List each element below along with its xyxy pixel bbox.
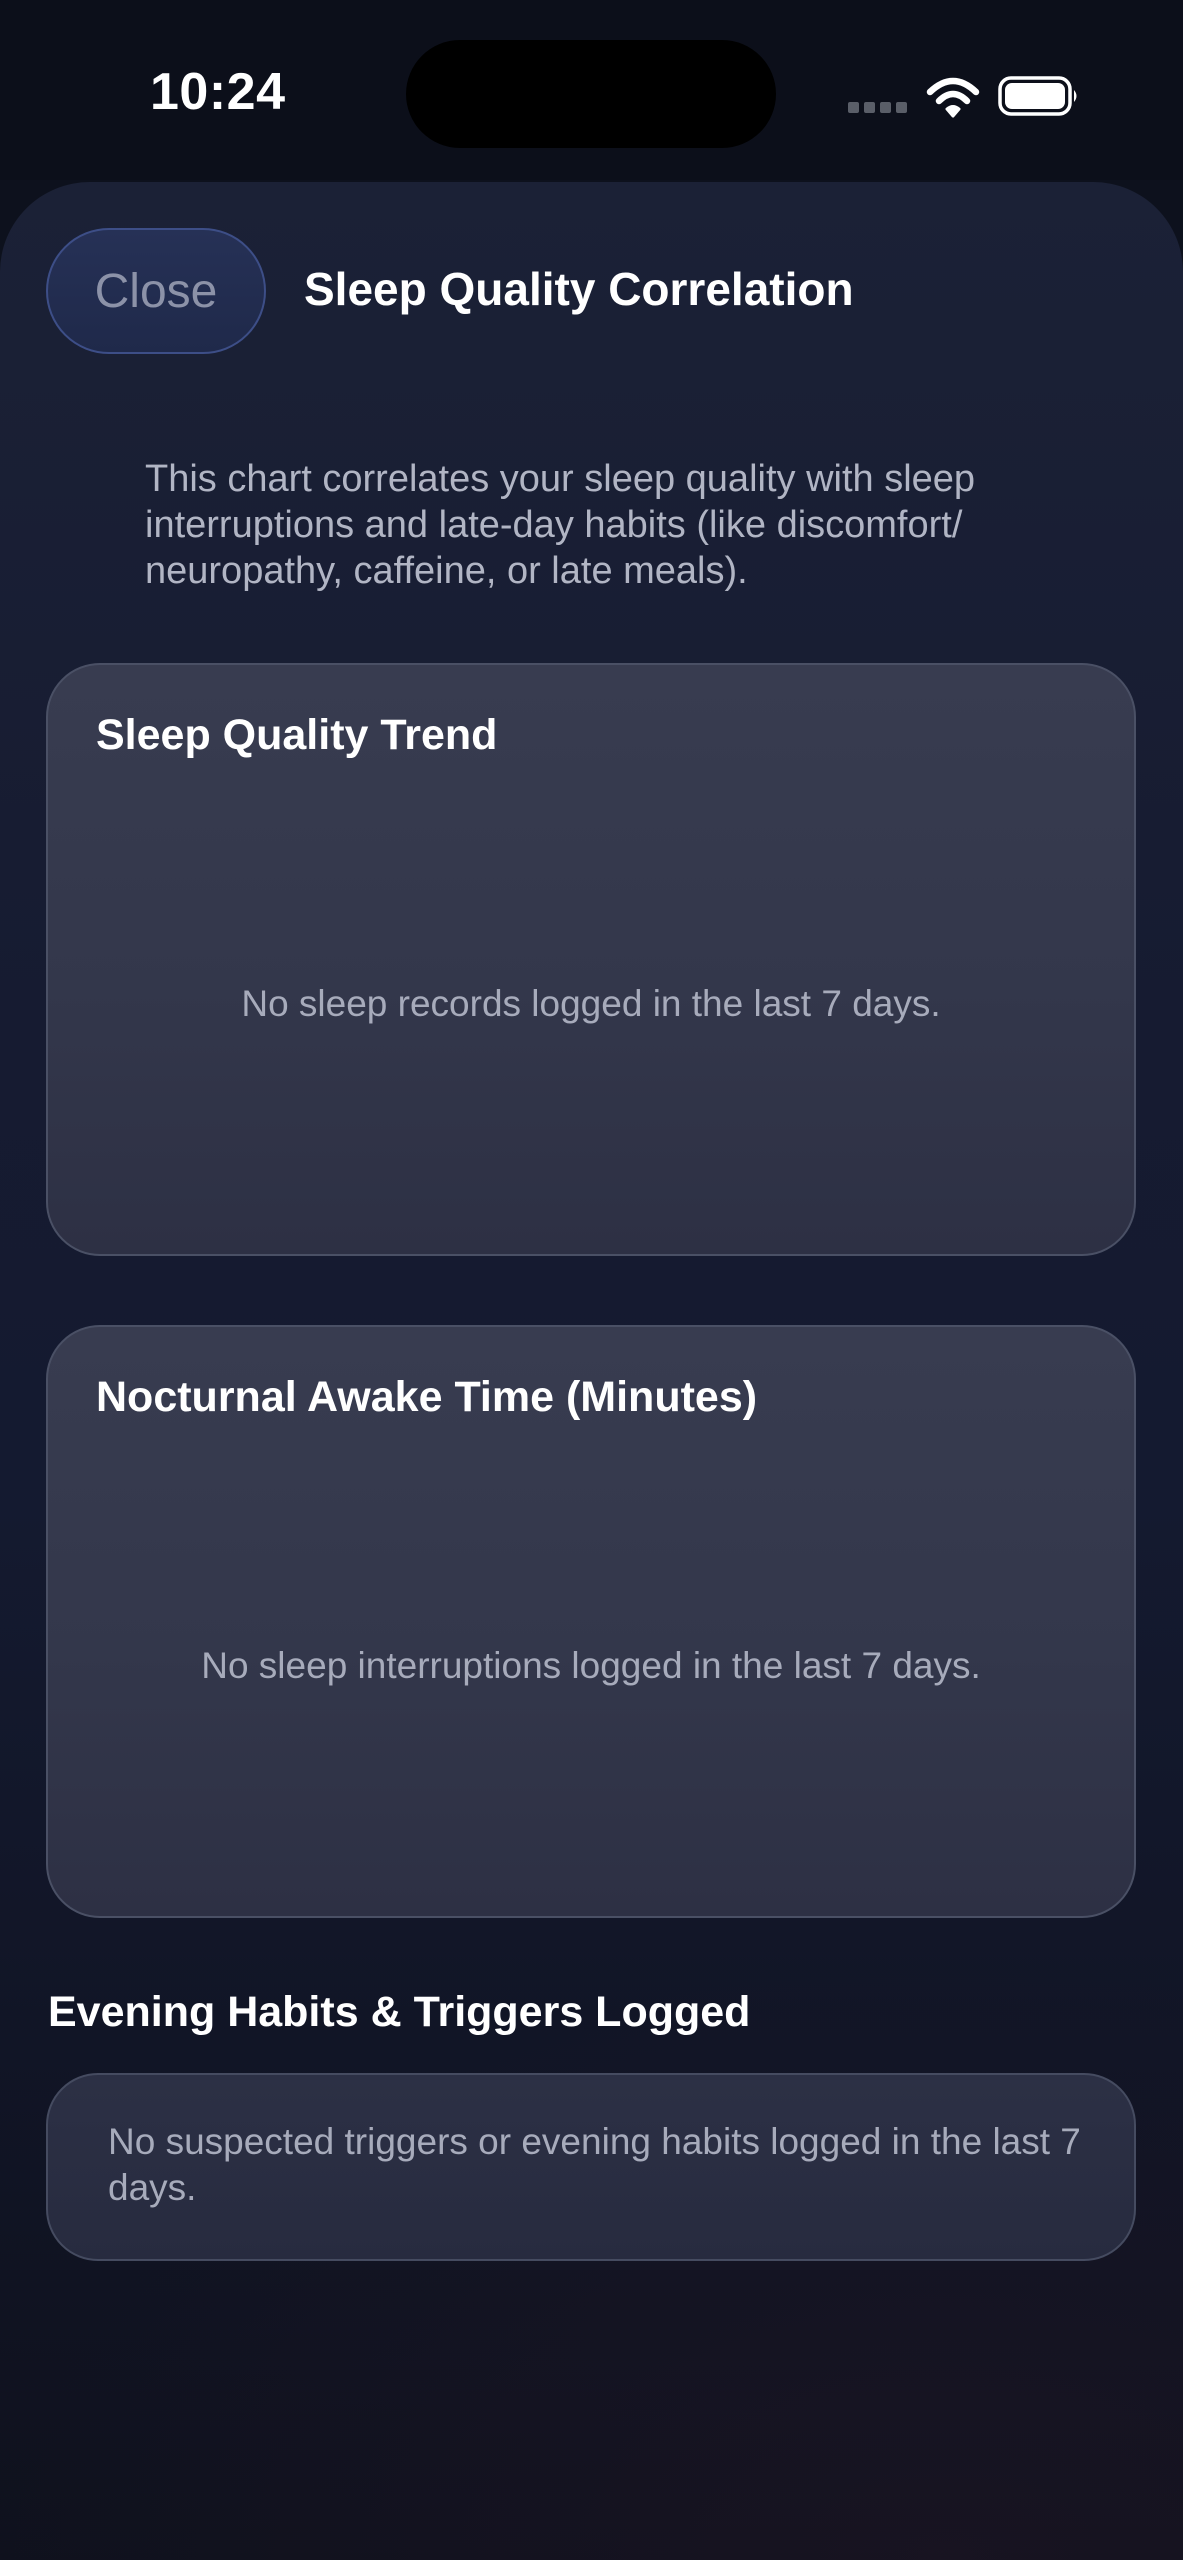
dynamic-island	[406, 40, 776, 148]
intro-description: This chart correlates your sleep quality…	[145, 458, 976, 592]
nocturnal-awake-time-title: Nocturnal Awake Time (Minutes)	[96, 1373, 758, 1421]
status-time: 10:24	[150, 63, 286, 121]
evening-habits-empty-state: No suspected triggers or evening habits …	[108, 2121, 1081, 2208]
sleep-quality-empty-state: No sleep records logged in the last 7 da…	[241, 983, 941, 1024]
evening-habits-card: No suspected triggers or evening habits …	[46, 2073, 1136, 2261]
cellular-signal-icon	[848, 102, 908, 116]
nocturnal-awake-empty-state: No sleep interruptions logged in the las…	[201, 1645, 981, 1686]
evening-habits-title: Evening Habits & Triggers Logged	[48, 1988, 751, 2036]
page-title: Sleep Quality Correlation	[304, 263, 854, 315]
status-bar: 10:24	[0, 0, 1183, 180]
wifi-icon	[926, 77, 980, 118]
battery-icon	[998, 76, 1077, 116]
nocturnal-awake-time-card: Nocturnal Awake Time (Minutes) No sleep …	[46, 1325, 1136, 1918]
close-button[interactable]: Close	[46, 228, 266, 354]
sleep-quality-trend-title: Sleep Quality Trend	[96, 711, 498, 759]
sleep-quality-trend-card: Sleep Quality Trend No sleep records log…	[46, 663, 1136, 1256]
